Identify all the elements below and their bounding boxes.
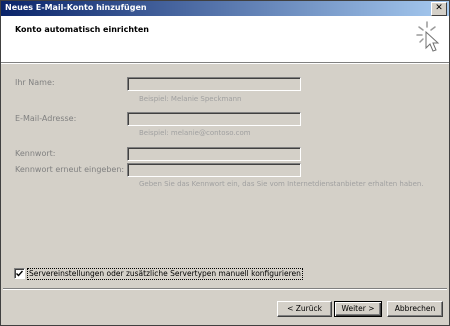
title-bar: Neues E-Mail-Konto hinzufügen ✕ (1, 1, 449, 16)
next-button[interactable]: Weiter > (334, 301, 382, 317)
password-confirm-label: Kennwort erneut eingeben: (15, 165, 125, 174)
footer-separator-highlight (3, 289, 447, 290)
checkmark-icon (16, 270, 23, 277)
name-label: Ihr Name: (15, 78, 55, 87)
wizard-header: Konto automatisch einrichten (1, 16, 449, 63)
add-email-account-dialog: Neues E-Mail-Konto hinzufügen ✕ Konto au… (0, 0, 450, 326)
cancel-button[interactable]: Abbrechen (387, 301, 443, 317)
cursor-click-icon (416, 21, 440, 52)
header-separator (1, 63, 449, 64)
close-icon: ✕ (435, 3, 443, 13)
email-field[interactable] (127, 112, 301, 126)
password-field[interactable] (127, 147, 301, 161)
password-confirm-field[interactable] (127, 163, 301, 177)
window-title: Neues E-Mail-Konto hinzufügen (5, 3, 147, 12)
back-button[interactable]: < Zurück (277, 301, 332, 317)
manual-config-checkbox[interactable] (14, 268, 25, 279)
page-heading: Konto automatisch einrichten (15, 25, 149, 34)
name-hint: Beispiel: Melanie Speckmann (139, 95, 242, 103)
name-field[interactable] (127, 77, 301, 91)
email-hint: Beispiel: melanie@contoso.com (139, 129, 251, 137)
manual-config-label[interactable]: Servereinstellungen oder zusätzliche Ser… (27, 268, 303, 280)
email-label: E-Mail-Adresse: (15, 114, 77, 123)
close-button[interactable]: ✕ (431, 2, 447, 16)
password-label: Kennwort: (15, 149, 56, 158)
password-hint: Geben Sie das Kennwort ein, das Sie vom … (139, 180, 424, 188)
